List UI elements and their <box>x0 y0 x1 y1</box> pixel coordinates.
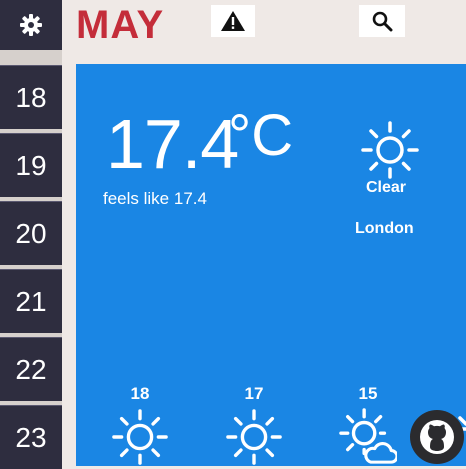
day-label: 22 <box>15 353 47 385</box>
day-item-23[interactable]: 23 <box>0 405 62 469</box>
day-item-22[interactable]: 22 <box>0 337 62 401</box>
day-item-19[interactable]: 19 <box>0 133 62 197</box>
sun-cloud-icon <box>339 408 397 464</box>
sun-icon <box>361 121 419 179</box>
github-button[interactable] <box>410 410 464 464</box>
day-label: 23 <box>15 421 47 453</box>
sun-icon <box>226 409 282 465</box>
forecast-item: 15 <box>338 384 398 466</box>
day-item-21[interactable]: 21 <box>0 269 62 333</box>
day-label: 18 <box>15 81 47 113</box>
forecast-temperature: 15 <box>358 384 378 403</box>
warning-icon <box>221 11 245 31</box>
feels-like-text: feels like 17.4 <box>103 189 207 208</box>
forecast-temperature: 17 <box>244 384 264 403</box>
condition-text: Clear <box>366 179 407 196</box>
temperature-unit: °C <box>228 103 294 168</box>
search-button[interactable] <box>359 5 405 37</box>
sun-icon <box>112 409 168 465</box>
day-label: 20 <box>15 217 47 249</box>
gear-icon <box>20 14 42 36</box>
sidebar: 18 19 20 21 22 23 <box>0 0 62 469</box>
month-title: MAY <box>76 3 165 47</box>
top-bar: MAY <box>62 0 466 62</box>
day-item-18[interactable]: 18 <box>0 65 62 129</box>
panel-gutter <box>62 62 76 466</box>
settings-button[interactable] <box>0 0 62 50</box>
forecast-item: 17 <box>224 384 284 466</box>
github-icon <box>420 420 454 454</box>
forecast-temperature: 18 <box>130 384 150 403</box>
day-label: 21 <box>15 285 47 317</box>
day-label: 19 <box>15 149 47 181</box>
weather-panel: 17.4 °C feels like 17.4 Clear London 18 <box>76 64 466 466</box>
current-temperature: 17.4 <box>106 105 239 183</box>
day-item-20[interactable]: 20 <box>0 201 62 265</box>
forecast-item: 18 <box>110 384 170 466</box>
city-name: London <box>355 220 414 237</box>
alerts-button[interactable] <box>211 5 255 37</box>
search-icon <box>372 11 393 32</box>
